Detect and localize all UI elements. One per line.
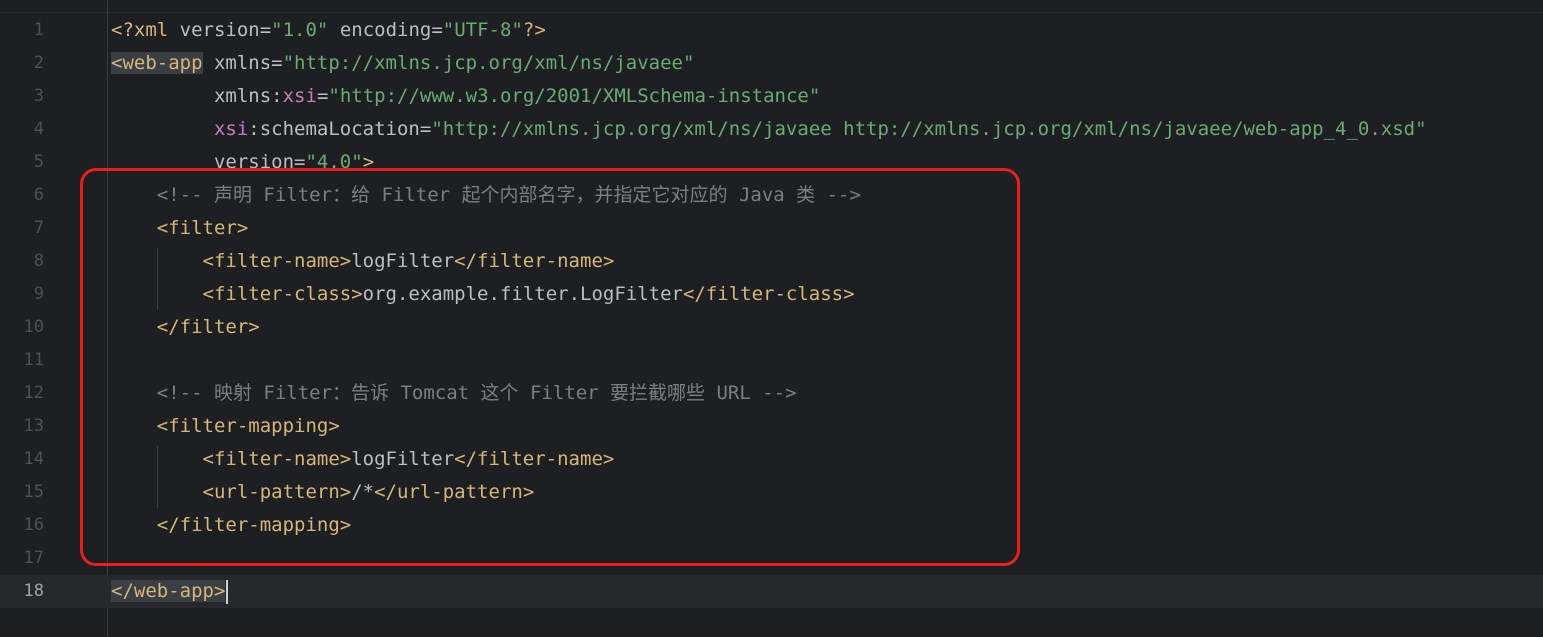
editor-tab-strip	[0, 0, 1543, 13]
code-token: xsi	[213, 118, 249, 140]
code-token: =	[259, 19, 272, 41]
code-editor[interactable]: 1 <?xml version="1.0" encoding="UTF-8"?> 2…	[0, 0, 1543, 637]
code-text[interactable]: xsi:schemaLocation="http://xmlns.jcp.org…	[111, 113, 1427, 146]
code-token: </web-app>	[111, 580, 226, 602]
code-token: "1.0"	[271, 19, 329, 41]
code-text[interactable]: <web-app xmlns="http://xmlns.jcp.org/xml…	[111, 47, 694, 80]
code-token: xmlns	[111, 85, 272, 107]
line-number: 16	[23, 515, 44, 535]
code-token: =	[316, 85, 329, 107]
code-token: =	[431, 19, 443, 41]
line-number: 10	[23, 317, 44, 337]
code-line[interactable]: 4 xsi:schemaLocation="http://xmlns.jcp.o…	[0, 113, 1543, 146]
annotation-highlight-box	[80, 168, 1020, 566]
line-number: 5	[33, 152, 44, 172]
code-token: encoding	[339, 19, 432, 41]
code-token: "http://xmlns.jcp.org/xml/ns/javaee http…	[431, 118, 1427, 140]
line-number: 17	[23, 548, 44, 568]
code-token: "http://xmlns.jcp.org/xml/ns/javaee"	[282, 52, 695, 74]
code-token: <?xml	[111, 19, 180, 41]
line-number: 4	[33, 119, 44, 139]
line-number: 8	[33, 251, 44, 271]
line-number: 3	[33, 86, 44, 106]
code-token: xmlns	[202, 52, 272, 74]
code-token: "http://www.w3.org/2001/XMLSchema-instan…	[328, 85, 821, 107]
code-line[interactable]: 3 xmlns:xsi="http://www.w3.org/2001/XMLS…	[0, 80, 1543, 113]
line-number: 13	[23, 416, 44, 436]
code-line[interactable]: 1 <?xml version="1.0" encoding="UTF-8"?>	[0, 14, 1543, 47]
code-token: :	[271, 85, 283, 107]
code-token: version	[179, 19, 260, 41]
line-number: 12	[23, 383, 44, 403]
code-line[interactable]: 18 </web-app>	[0, 575, 1543, 608]
line-number: 7	[33, 218, 44, 238]
code-token: =	[419, 118, 432, 140]
code-token: <web-app	[111, 52, 203, 74]
code-token: "UTF-8"	[442, 19, 523, 41]
code-text[interactable]: <?xml version="1.0" encoding="UTF-8"?>	[111, 14, 546, 47]
text-caret	[226, 579, 229, 604]
code-text[interactable]: xmlns:xsi="http://www.w3.org/2001/XMLSch…	[111, 80, 820, 113]
line-number: 15	[23, 482, 44, 502]
line-number: 9	[33, 284, 44, 304]
code-token: xsi	[282, 85, 317, 107]
code-token: ?>	[522, 19, 546, 41]
code-token: =	[271, 52, 283, 74]
code-text[interactable]: </web-app>	[111, 575, 229, 608]
line-number: 14	[23, 449, 44, 469]
line-number: 11	[23, 350, 44, 370]
code-line[interactable]: 2 <web-app xmlns="http://xmlns.jcp.org/xm…	[0, 47, 1543, 80]
line-number: 1	[33, 20, 44, 40]
code-token: :schemaLocation	[248, 118, 420, 140]
line-number: 2	[33, 53, 44, 73]
line-number: 18	[23, 581, 44, 601]
line-number: 6	[33, 185, 44, 205]
